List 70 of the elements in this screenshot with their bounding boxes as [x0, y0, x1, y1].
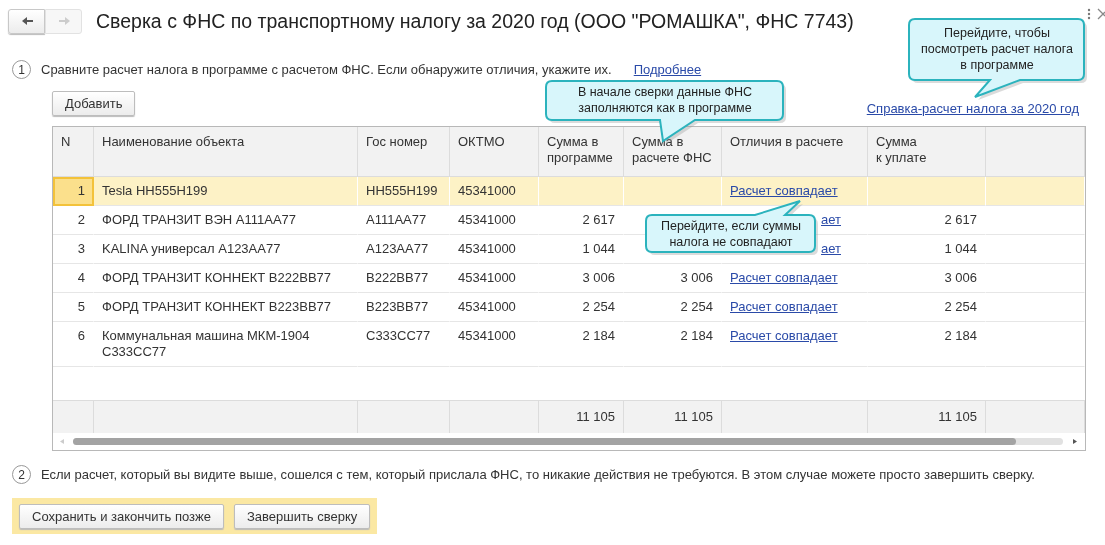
difference-link[interactable]: ает: [821, 212, 841, 227]
window-title: Сверка с ФНС по транспортному налогу за 2020 год (ООО "РОМАШКА", ФНС 7743): [96, 9, 854, 33]
table-cell: KALINA универсал А123АА77: [94, 235, 358, 264]
table-row[interactable]: 6 Коммунальная машина МКМ-1904 С333СС77 С333СС77 45341000 2 184 2 184 Расчет совпадает 2 184: [53, 322, 1085, 367]
table-cell: 45341000: [450, 264, 539, 293]
table-cell: 2 184: [624, 322, 722, 367]
difference-link[interactable]: Расчет совпадает: [730, 299, 838, 314]
table-cell: НН555Н199: [358, 177, 450, 206]
column-header[interactable]: Сумма в программе: [539, 127, 624, 176]
table-cell: А111АА77: [358, 206, 450, 235]
difference-link[interactable]: Расчет совпадает: [730, 270, 838, 285]
table-cell: 3 006: [539, 264, 624, 293]
table-cell: 2 254: [868, 293, 986, 322]
table-cell: 2 184: [539, 322, 624, 367]
column-header[interactable]: Сумма к уплате: [868, 127, 986, 176]
table-cell: 2 617: [539, 206, 624, 235]
row-number: 2: [53, 206, 94, 235]
table-cell: ФОРД ТРАНЗИТ КОННЕКТ В223ВВ77: [94, 293, 358, 322]
more-link[interactable]: Подробнее: [633, 62, 702, 77]
step-instruction: Сравните расчет налога в программе с расчетом ФНС. Если обнаружите отличия, укажите их.: [41, 62, 612, 77]
table-cell: 45341000: [450, 206, 539, 235]
difference-link[interactable]: Расчет совпадает: [730, 183, 838, 198]
table-cell: 45341000: [450, 177, 539, 206]
close-icon[interactable]: [1097, 8, 1105, 20]
table-cell: Tesla НН555Н199: [94, 177, 358, 206]
table-cell: В222ВВ77: [358, 264, 450, 293]
table-cell: ФОРД ТРАНЗИТ ВЭН А111АА77: [94, 206, 358, 235]
step-number: 2: [12, 465, 31, 484]
table-cell: 3 006: [868, 264, 986, 293]
table-cell: 1 044: [539, 235, 624, 264]
table-cell: Коммунальная машина МКМ-1904 С333СС77: [94, 322, 358, 367]
callout-tooltip: Перейдите, если суммы налога не совпадают: [645, 200, 817, 253]
finish-button[interactable]: Завершить сверку: [233, 504, 371, 529]
more-icon[interactable]: [1087, 8, 1091, 20]
table-cell: 1 044: [868, 235, 986, 264]
step-number: 1: [12, 60, 31, 79]
column-header[interactable]: Сумма в расчете ФНС: [624, 127, 722, 176]
column-header[interactable]: N: [53, 127, 94, 176]
table-row[interactable]: 1 Tesla НН555Н199 НН555Н199 45341000 Расчет совпадает: [53, 177, 1085, 206]
column-header[interactable]: ОКТМО: [450, 127, 539, 176]
table-cell: А123АА77: [358, 235, 450, 264]
back-button[interactable]: [8, 8, 45, 34]
row-number: 6: [53, 322, 94, 367]
column-header[interactable]: Отличия в расчете: [722, 127, 868, 176]
difference-link[interactable]: ает: [821, 241, 841, 256]
column-header[interactable]: Гос номер: [358, 127, 450, 176]
table-cell: 2 184: [868, 322, 986, 367]
row-number: 4: [53, 264, 94, 293]
table-cell: 45341000: [450, 235, 539, 264]
table-row[interactable]: 4 ФОРД ТРАНЗИТ КОННЕКТ В222ВВ77 В222ВВ77 45341000 3 006 3 006 Расчет совпадает 3 006: [53, 264, 1085, 293]
callout-tooltip: Перейдите, чтобы посмотреть расчет налога в программе: [908, 18, 1086, 98]
table-cell: 45341000: [450, 322, 539, 367]
table-cell: 45341000: [450, 293, 539, 322]
table-cell: 2 617: [868, 206, 986, 235]
save-later-button[interactable]: Сохранить и закончить позже: [19, 504, 224, 529]
column-header[interactable]: Наименование объекта: [94, 127, 358, 176]
table-cell: В223ВВ77: [358, 293, 450, 322]
table-cell: 3 006: [624, 264, 722, 293]
table-cell: С333СС77: [358, 322, 450, 367]
table-cell: 2 254: [624, 293, 722, 322]
table-cell: 2 254: [539, 293, 624, 322]
table-row[interactable]: 5 ФОРД ТРАНЗИТ КОННЕКТ В223ВВ77 В223ВВ77 45341000 2 254 2 254 Расчет совпадает 2 254: [53, 293, 1085, 322]
row-number: 5: [53, 293, 94, 322]
step-instruction: Если расчет, который вы видите выше, сошелся с тем, который прислала ФНС, то никакие действия не требуются. В этом случае можете просто завершить сверку.: [41, 467, 1035, 482]
row-number: 3: [53, 235, 94, 264]
table-cell: ФОРД ТРАНЗИТ КОННЕКТ В222ВВ77: [94, 264, 358, 293]
row-number: 1: [53, 177, 94, 206]
report-link[interactable]: Справка-расчет налога за 2020 год: [866, 101, 1079, 116]
add-button[interactable]: Добавить: [52, 91, 136, 116]
difference-link[interactable]: Расчет совпадает: [730, 328, 838, 343]
